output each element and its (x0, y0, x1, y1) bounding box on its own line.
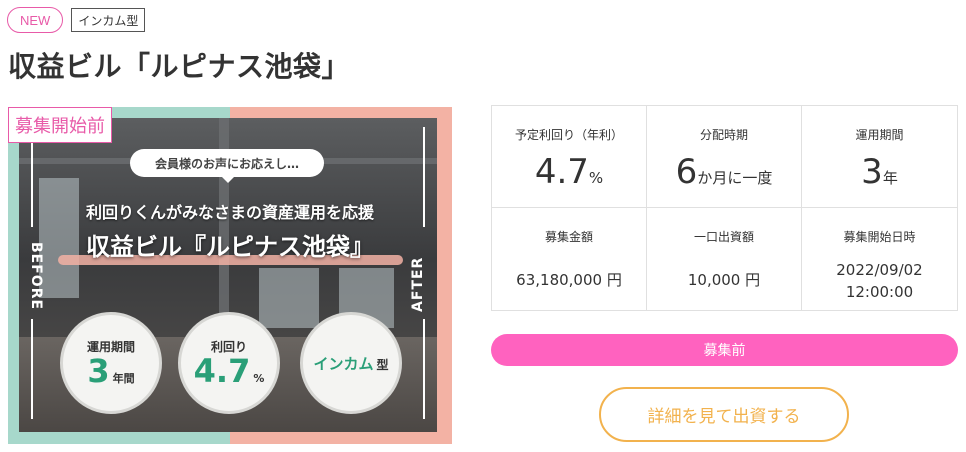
period-label: 運用期間 (855, 128, 904, 142)
yield-unit: % (588, 169, 604, 187)
badge-row: NEW インカム型 (7, 7, 146, 33)
start-time: 12:00:00 (845, 282, 914, 301)
type-circle-suffix: 型 (376, 357, 389, 372)
period-circle: 運用期間 3 年間 (60, 312, 162, 414)
yield-circle-value-row: 4.7 % (193, 351, 265, 390)
new-badge: NEW (7, 7, 64, 33)
unit-investment-value: 10,000 円 (687, 271, 761, 289)
amount-label: 募集金額 (544, 230, 593, 244)
period-value: 3 (861, 152, 883, 192)
start-date: 2022/09/02 (836, 261, 923, 279)
yield-label: 予定利回り（年利） (514, 128, 623, 142)
after-line-top (423, 127, 425, 227)
distribution-value: 6 (675, 152, 698, 192)
info-cell-yield: 予定利回り（年利） 4.7% (492, 106, 647, 208)
hero-image: 募集開始前 会員様のお声にお応えし… 利回りくんがみなさまの資産運用を応援 収益… (8, 107, 452, 444)
yield-value: 4.7 (534, 152, 589, 192)
type-circle-row: インカム 型 (313, 353, 388, 374)
after-line (423, 319, 425, 419)
amount-value: 63,180,000 円 (516, 271, 622, 289)
type-badge: インカム型 (71, 8, 146, 32)
unit-investment-label: 一口出資額 (693, 230, 754, 244)
distribution-label: 分配時期 (699, 128, 748, 142)
period-unit: 年 (882, 169, 898, 187)
yield-circle-unit: % (253, 371, 265, 385)
status-bar: 募集前 (491, 334, 958, 366)
before-label: BEFORE (28, 242, 44, 311)
period-circle-value: 3 (87, 351, 110, 390)
start-value: 2022/09/02 12:00:00 (836, 260, 922, 304)
hero-subtitle: 利回りくんがみなさまの資産運用を応援 (85, 203, 374, 222)
period-circle-value-row: 3 年間 (87, 351, 135, 390)
info-cell-distribution: 分配時期 6か月に一度 (647, 106, 802, 208)
yield-circle-value: 4.7 (193, 351, 251, 390)
yield-value-row: 4.7% (534, 152, 604, 192)
yield-circle: 利回り 4.7 % (178, 312, 280, 414)
period-circle-unit: 年間 (112, 371, 135, 385)
type-circle: インカム 型 (300, 312, 402, 414)
before-line (31, 319, 33, 419)
distribution-value-row: 6か月に一度 (675, 152, 773, 192)
period-value-row: 3年 (861, 152, 898, 192)
invest-details-button[interactable]: 詳細を見て出資する (599, 387, 849, 442)
info-cell-unit-investment: 一口出資額 10,000 円 (647, 208, 802, 310)
start-label: 募集開始日時 (843, 230, 916, 244)
photo-window (259, 268, 319, 328)
info-cell-amount: 募集金額 63,180,000 円 (492, 208, 647, 310)
after-label: AFTER (410, 256, 426, 312)
distribution-unit: か月に一度 (697, 169, 773, 187)
page-title: 収益ビル「ルピナス池袋」 (8, 50, 351, 83)
info-cell-start: 募集開始日時 2022/09/02 12:00:00 (802, 208, 957, 310)
info-cell-period: 運用期間 3年 (802, 106, 957, 208)
investment-info-table: 予定利回り（年利） 4.7% 分配時期 6か月に一度 運用期間 3年 募集金額 … (491, 105, 958, 311)
hero-property-name: 収益ビル『ルピナス池袋』 (86, 233, 374, 261)
recruit-status-label: 募集開始前 (8, 107, 112, 143)
type-circle-main: インカム (313, 354, 374, 373)
speech-bubble: 会員様のお声にお応えし… (130, 149, 324, 183)
